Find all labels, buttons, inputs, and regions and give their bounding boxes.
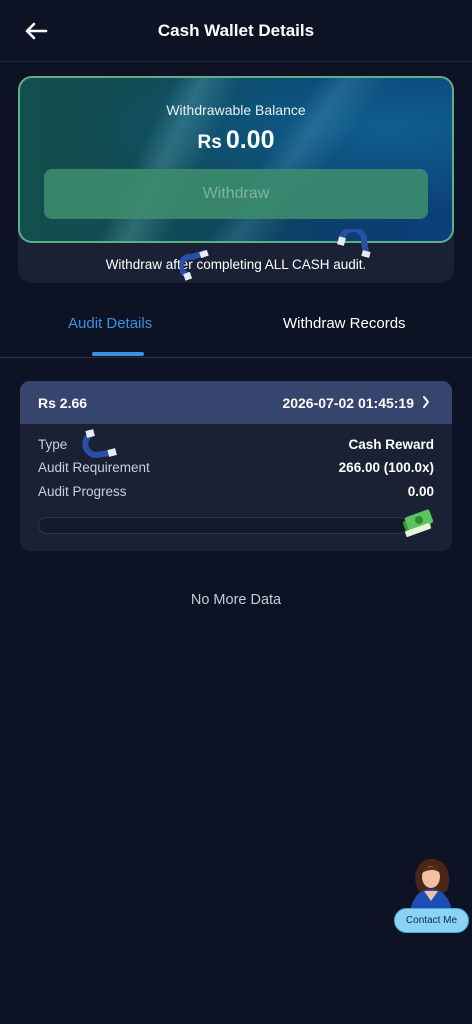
type-label: Type: [38, 437, 68, 452]
record-header[interactable]: Rs 2.66 2026-07-02 01:45:19: [20, 381, 452, 424]
audit-record-card: Rs 2.66 2026-07-02 01:45:19 Type Cash Re…: [20, 381, 452, 551]
contact-me-button[interactable]: Contact Me: [394, 908, 469, 933]
audit-progress-bar: [38, 517, 408, 534]
magnet-icon: [82, 429, 117, 459]
active-tab-indicator: [92, 352, 144, 356]
audit-requirement-value: 266.00 (100.0x): [338, 460, 434, 475]
balance-currency: Rs: [197, 132, 222, 153]
magnet-icon: [180, 249, 209, 281]
tab-withdraw-records[interactable]: Withdraw Records: [283, 315, 406, 332]
tab-bar: Audit Details Withdraw Records: [0, 300, 472, 358]
balance-section: Withdrawable Balance Rs 0.00 Withdraw Wit…: [18, 76, 454, 283]
support-agent-avatar[interactable]: [404, 855, 458, 913]
audit-progress-value: 0.00: [407, 484, 434, 499]
audit-requirement-label: Audit Requirement: [38, 460, 150, 475]
balance-value: 0.00: [225, 126, 275, 154]
record-time: 2026-07-02 01:45:19: [282, 395, 414, 411]
tab-audit-details[interactable]: Audit Details: [68, 315, 152, 332]
withdraw-button[interactable]: Withdraw: [44, 169, 428, 219]
balance-amount: Rs 0.00: [20, 126, 452, 155]
balance-label: Withdrawable Balance: [166, 102, 306, 118]
chevron-right-icon: [423, 396, 429, 408]
page-title: Cash Wallet Details: [157, 21, 315, 40]
type-value: Cash Reward: [348, 437, 434, 452]
balance-card: Withdrawable Balance Rs 0.00 Withdraw: [18, 76, 454, 243]
cash-stack-icon: [402, 509, 434, 537]
no-more-data: No More Data: [190, 592, 282, 608]
top-bar: Cash Wallet Details: [0, 0, 472, 62]
magnet-icon: [337, 229, 371, 258]
withdraw-note: Withdraw after completing ALL CASH audit…: [105, 257, 367, 272]
record-amount: Rs 2.66: [38, 395, 88, 411]
audit-progress-label: Audit Progress: [38, 484, 127, 499]
